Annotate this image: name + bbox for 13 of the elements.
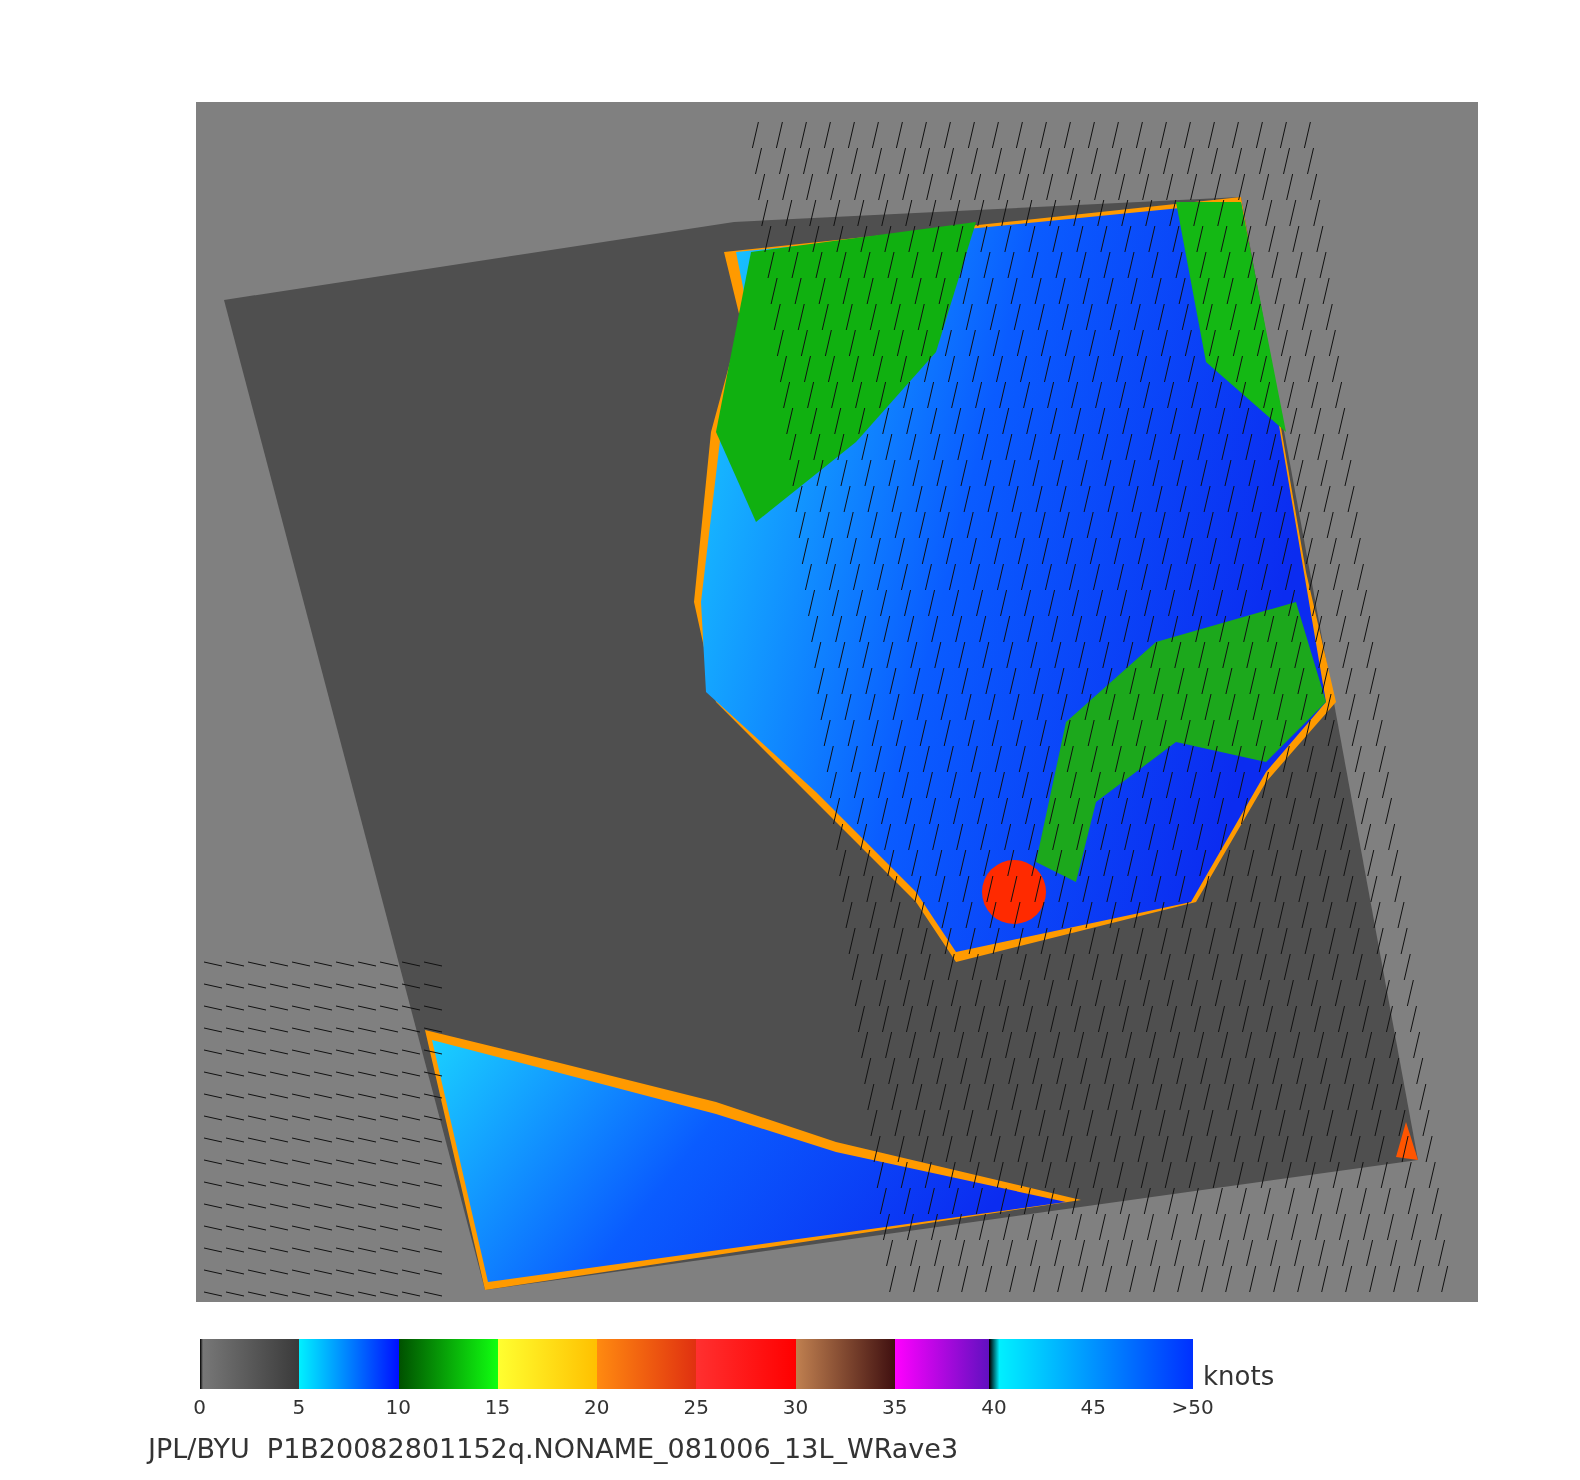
tick-label: 35 <box>882 1395 908 1419</box>
tick-label: 25 <box>683 1395 709 1419</box>
tick-label: >50 <box>1171 1395 1214 1419</box>
unit-label: knots <box>1203 1363 1275 1389</box>
tick-label: 5 <box>292 1395 306 1419</box>
tick-label: 0 <box>193 1395 206 1419</box>
tick-label: 15 <box>484 1395 511 1419</box>
image-caption: JPL/BYU P1B20082801152q.NONAME_081006_13L_WRave3 <box>148 1433 959 1464</box>
tick-label: 40 <box>981 1395 1007 1419</box>
tick-label: 20 <box>584 1395 610 1419</box>
tick-label: 45 <box>1080 1395 1107 1419</box>
tick-label: 10 <box>385 1395 411 1419</box>
tick-label: 30 <box>782 1395 809 1419</box>
